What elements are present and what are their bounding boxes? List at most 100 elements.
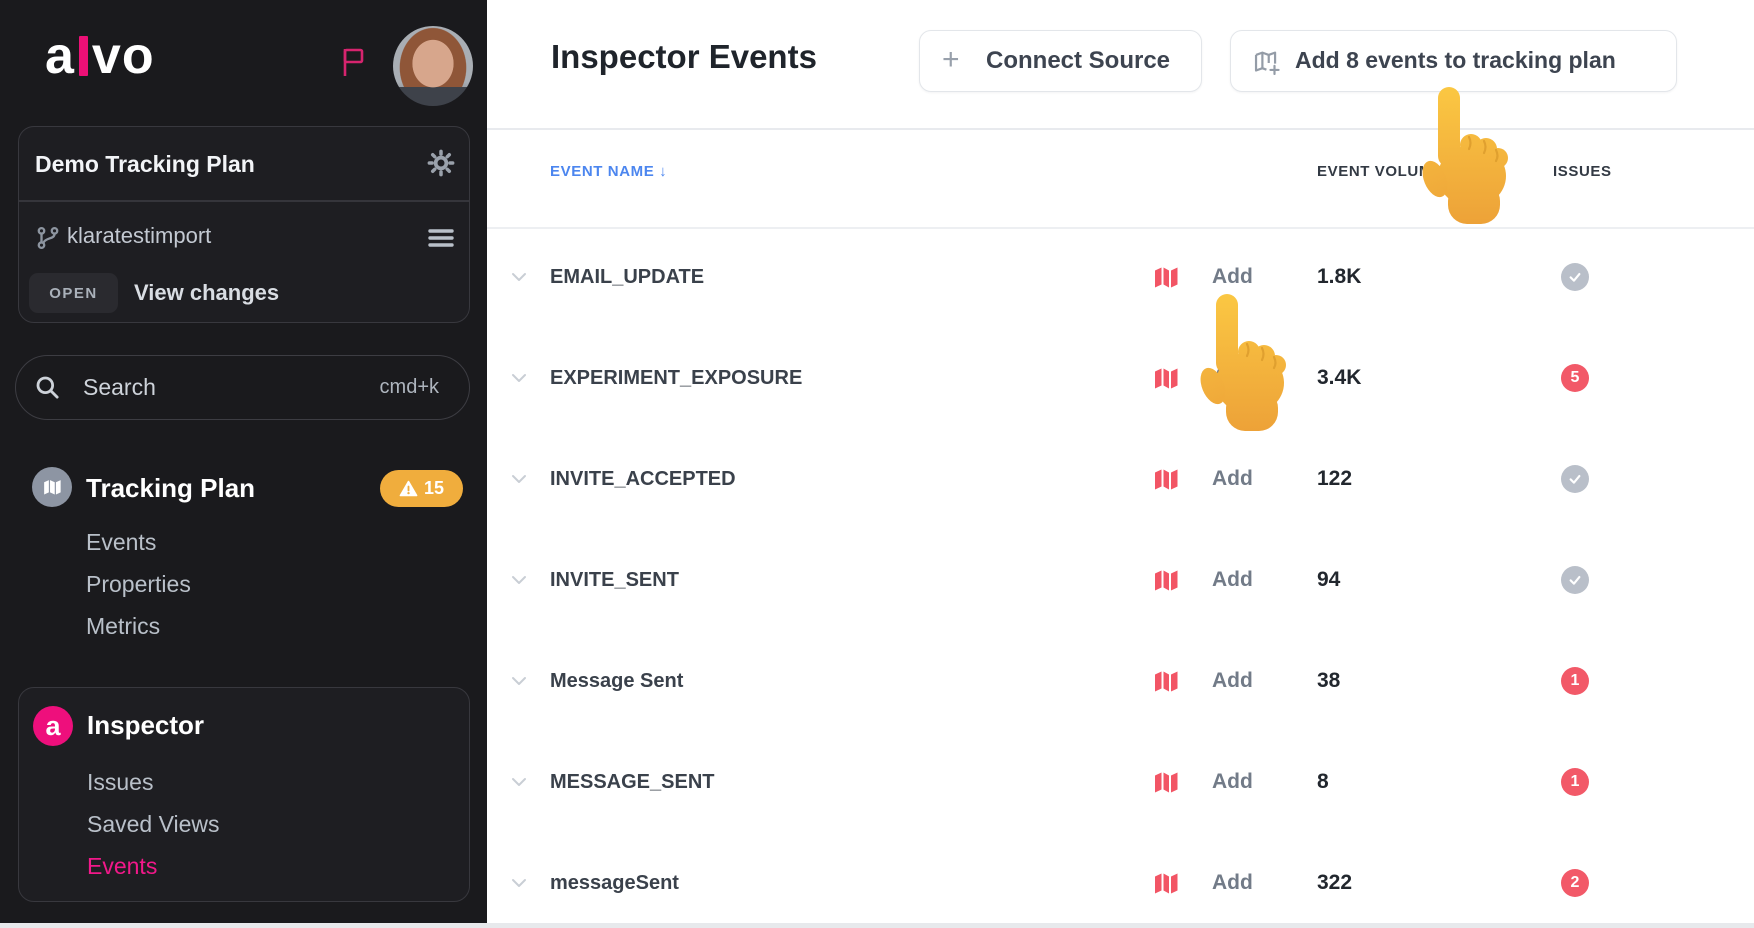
event-name: messageSent	[550, 863, 679, 903]
sidebar-item-metrics[interactable]: Metrics	[86, 611, 160, 641]
avo-logo: avo	[45, 26, 155, 86]
issues-badge[interactable]: 5	[1561, 364, 1589, 392]
map-add-icon	[1252, 48, 1282, 83]
add-link[interactable]: Add	[1212, 863, 1253, 903]
add-link[interactable]: Add	[1212, 459, 1253, 499]
inspector-icon-letter: a	[45, 707, 60, 745]
event-volume: 38	[1317, 661, 1340, 701]
menu-icon[interactable]	[427, 223, 455, 256]
table-row[interactable]: INVITE_ACCEPTED Add 122	[487, 459, 1754, 499]
workspace-card: Demo Tracking Plan	[18, 126, 470, 323]
sidebar-item-events[interactable]: Events	[86, 527, 156, 557]
chevron-down-icon[interactable]	[508, 872, 530, 899]
table-header-underline	[487, 227, 1754, 229]
chevron-down-icon[interactable]	[508, 569, 530, 596]
table-row[interactable]: EXPERIMENT_EXPOSURE Add 3.4K 5	[487, 358, 1754, 398]
status-badge-open: OPEN	[29, 273, 118, 313]
tracking-plan-icon	[32, 467, 72, 507]
plus-icon: +	[942, 31, 960, 89]
map-icon	[1152, 566, 1180, 599]
sidebar-item-saved-views[interactable]: Saved Views	[87, 809, 220, 839]
sidebar-item-issues[interactable]: Issues	[87, 767, 153, 797]
sidebar-item-tracking-plan[interactable]: Tracking Plan	[86, 470, 255, 506]
issues-badge[interactable]	[1561, 566, 1589, 594]
column-header-issues[interactable]: ISSUES	[1553, 163, 1612, 185]
event-name-header-label: EVENT NAME	[550, 163, 654, 180]
event-name: Message Sent	[550, 661, 683, 701]
add-link[interactable]: Add	[1212, 257, 1253, 297]
chevron-down-icon[interactable]	[508, 771, 530, 798]
column-header-event-volume[interactable]: EVENT VOLUME	[1317, 163, 1443, 185]
table-row[interactable]: messageSent Add 322 2	[487, 863, 1754, 903]
warning-icon	[399, 480, 418, 497]
map-icon	[1152, 263, 1180, 296]
issues-badge[interactable]: 1	[1561, 768, 1589, 796]
add-events-label: Add 8 events to tracking plan	[1295, 31, 1616, 90]
add-link[interactable]: Add	[1212, 560, 1253, 600]
branch-name[interactable]: klaratestimport	[67, 223, 211, 249]
warning-count-badge: 15	[380, 470, 463, 507]
event-name: EMAIL_UPDATE	[550, 257, 704, 297]
event-volume: 8	[1317, 762, 1329, 802]
event-volume: 322	[1317, 863, 1352, 903]
page-title: Inspector Events	[551, 38, 817, 76]
logo-letter-a: a	[45, 26, 75, 86]
sidebar-item-inspector[interactable]: Inspector	[87, 710, 204, 741]
gear-icon[interactable]	[427, 149, 455, 182]
event-name: MESSAGE_SENT	[550, 762, 714, 802]
header-divider	[487, 128, 1754, 130]
table-row[interactable]: INVITE_SENT Add 94	[487, 560, 1754, 600]
logo-pink-bar	[79, 36, 88, 76]
add-events-button[interactable]: Add 8 events to tracking plan	[1230, 30, 1677, 92]
event-volume: 3.4K	[1317, 358, 1361, 398]
check-icon	[1567, 572, 1583, 588]
event-name: INVITE_SENT	[550, 560, 679, 600]
issues-badge[interactable]: 2	[1561, 869, 1589, 897]
logo-letters-vo: vo	[92, 26, 155, 86]
check-icon	[1567, 471, 1583, 487]
user-avatar[interactable]	[393, 26, 473, 106]
add-link[interactable]: Add	[1212, 358, 1253, 398]
search-icon	[34, 374, 62, 407]
add-link[interactable]: Add	[1212, 661, 1253, 701]
app-window: avo Demo Tracking Plan	[0, 0, 1754, 928]
issues-badge[interactable]	[1561, 263, 1589, 291]
sort-desc-icon: ↓	[659, 163, 667, 180]
sidebar-item-properties[interactable]: Properties	[86, 569, 191, 599]
bottom-strip	[0, 923, 1754, 928]
search-input[interactable]: Search cmd+k	[15, 355, 470, 420]
event-volume: 94	[1317, 560, 1340, 600]
chevron-down-icon[interactable]	[508, 367, 530, 394]
event-volume: 122	[1317, 459, 1352, 499]
inspector-icon: a	[33, 706, 73, 746]
map-icon	[1152, 768, 1180, 801]
table-row[interactable]: EMAIL_UPDATE Add 1.8K	[487, 257, 1754, 297]
card-divider	[19, 200, 469, 202]
table-row[interactable]: Message Sent Add 38 1	[487, 661, 1754, 701]
map-icon	[1152, 465, 1180, 498]
view-changes-link[interactable]: View changes	[134, 280, 279, 306]
sidebar-item-inspector-events[interactable]: Events	[87, 851, 157, 881]
flag-icon[interactable]	[339, 46, 369, 78]
issues-badge[interactable]: 1	[1561, 667, 1589, 695]
inspector-card: a Inspector Issues Saved Views Events	[18, 687, 470, 902]
column-header-event-name[interactable]: EVENT NAME ↓	[550, 163, 667, 185]
add-link[interactable]: Add	[1212, 762, 1253, 802]
map-icon	[1152, 364, 1180, 397]
warning-count: 15	[424, 478, 444, 499]
event-name: INVITE_ACCEPTED	[550, 459, 736, 499]
workspace-title: Demo Tracking Plan	[35, 151, 255, 178]
event-volume: 1.8K	[1317, 257, 1361, 297]
git-branch-icon	[35, 225, 61, 256]
table-row[interactable]: MESSAGE_SENT Add 8 1	[487, 762, 1754, 802]
main-content: Inspector Events + Connect Source Add 8 …	[487, 0, 1754, 928]
event-name: EXPERIMENT_EXPOSURE	[550, 358, 802, 398]
search-placeholder: Search	[83, 356, 156, 418]
issues-badge[interactable]	[1561, 465, 1589, 493]
connect-source-button[interactable]: + Connect Source	[919, 30, 1202, 92]
chevron-down-icon[interactable]	[508, 266, 530, 293]
chevron-down-icon[interactable]	[508, 670, 530, 697]
chevron-down-icon[interactable]	[508, 468, 530, 495]
sidebar: avo Demo Tracking Plan	[0, 0, 487, 928]
check-icon	[1567, 269, 1583, 285]
